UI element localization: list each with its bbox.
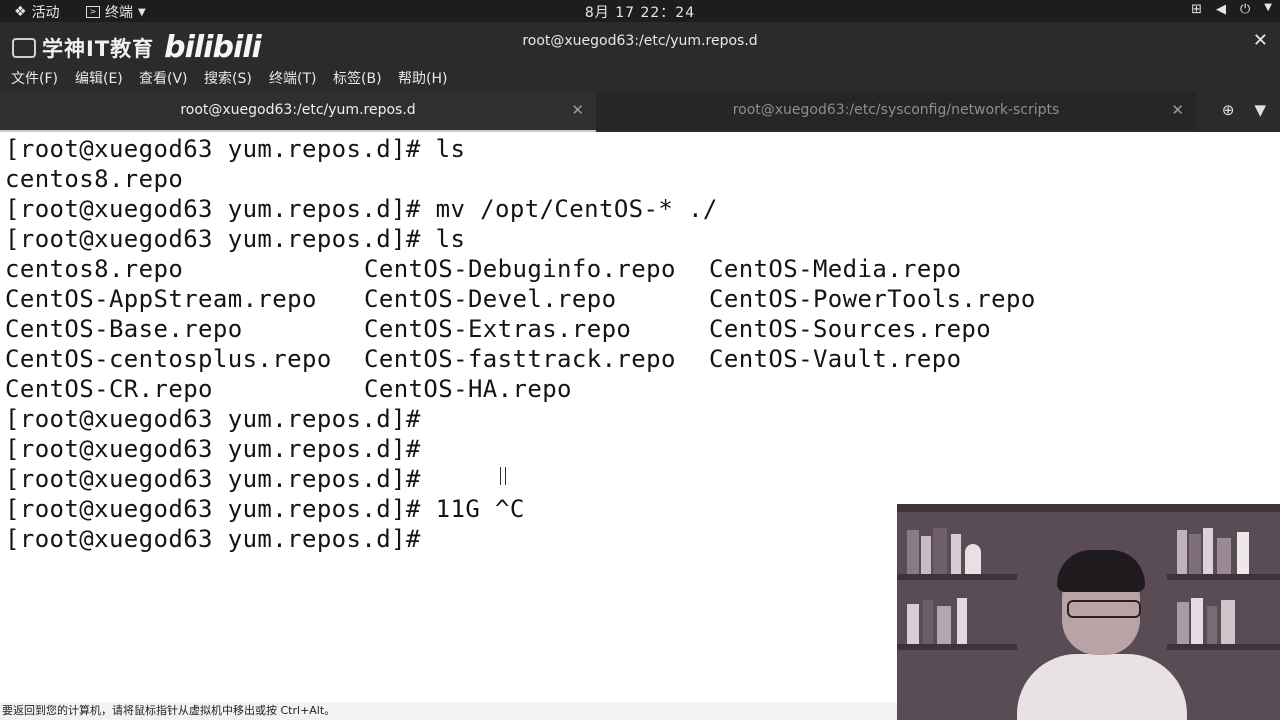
presenter-hair <box>1057 550 1145 592</box>
terminal-line: centos8.repo <box>5 165 184 193</box>
terminal-line: [root@xuegod63 yum.repos.d]# <box>5 435 421 463</box>
menu-view[interactable]: 查看(V) <box>139 68 188 88</box>
listing-item: CentOS-Devel.repo <box>364 285 617 313</box>
listing-item: CentOS-Vault.repo <box>709 345 962 373</box>
network-icon: ⊞ <box>1191 2 1202 17</box>
terminal-line: [root@xuegod63 yum.repos.d]# <box>5 465 421 493</box>
menu-file[interactable]: 文件(F) <box>11 68 58 88</box>
system-tray[interactable]: ⊞ ◀ ⏻ ▼ <box>1191 2 1272 17</box>
listing-item: CentOS-AppStream.repo <box>5 285 317 313</box>
listing-item: CentOS-fasttrack.repo <box>364 345 676 373</box>
tab-bar: root@xuegod63:/etc/yum.repos.d ✕ root@xu… <box>0 92 1280 132</box>
tab-network-scripts[interactable]: root@xuegod63:/etc/sysconfig/network-scr… <box>596 92 1196 130</box>
listing-item: CentOS-PowerTools.repo <box>709 285 1036 313</box>
tab-label: root@xuegod63:/etc/yum.repos.d <box>180 102 416 118</box>
close-icon[interactable]: ✕ <box>1171 101 1184 119</box>
listing-item: CentOS-Media.repo <box>709 255 962 283</box>
menu-help[interactable]: 帮助(H) <box>398 68 447 88</box>
menu-terminal[interactable]: 终端(T) <box>269 68 316 88</box>
presenter-body <box>1017 654 1187 720</box>
menu-edit[interactable]: 编辑(E) <box>75 68 123 88</box>
terminal-line: [root@xuegod63 yum.repos.d]# <box>5 405 421 433</box>
glasses-icon <box>1067 600 1141 618</box>
window-titlebar[interactable]: 学神IT教育 bilibili root@xuegod63:/etc/yum.r… <box>0 22 1280 65</box>
new-tab-icon[interactable]: ⊕ <box>1222 101 1235 119</box>
listing-item: CentOS-centosplus.repo <box>5 345 332 373</box>
menu-search[interactable]: 搜索(S) <box>204 68 252 88</box>
listing-item: CentOS-CR.repo <box>5 375 213 403</box>
tab-label: root@xuegod63:/etc/sysconfig/network-scr… <box>732 102 1060 118</box>
vm-status-text: 要返回到您的计算机，请将鼠标指针从虚拟机中移出或按 Ctrl+Alt。 <box>2 704 336 717</box>
listing-item: centos8.repo <box>5 255 184 283</box>
gnome-top-bar: ❖ 活动 > 终端 ▼ 8月 17 22：24 ⊞ ◀ ⏻ ▼ <box>0 0 1280 22</box>
terminal-line: [root@xuegod63 yum.repos.d]# ls <box>5 135 466 163</box>
menu-tabs[interactable]: 标签(B) <box>333 68 382 88</box>
window-title: root@xuegod63:/etc/yum.repos.d <box>522 33 758 49</box>
listing-item: CentOS-Extras.repo <box>364 315 632 343</box>
menu-bar: 文件(F) 编辑(E) 查看(V) 搜索(S) 终端(T) 标签(B) 帮助(H… <box>0 62 1280 92</box>
tab-yum-repos[interactable]: root@xuegod63:/etc/yum.repos.d ✕ <box>0 92 596 132</box>
clock[interactable]: 8月 17 22：24 <box>0 2 1280 22</box>
chevron-down-icon: ▼ <box>1264 2 1272 13</box>
listing-item: CentOS-HA.repo <box>364 375 572 403</box>
webcam-overlay <box>897 504 1280 720</box>
volume-icon: ◀ <box>1216 2 1226 17</box>
listing-item: CentOS-Base.repo <box>5 315 243 343</box>
text-cursor-icon <box>500 467 506 485</box>
terminal-line: [root@xuegod63 yum.repos.d]# ls <box>5 225 466 253</box>
terminal-line: [root@xuegod63 yum.repos.d]# mv /opt/Cen… <box>5 195 718 223</box>
power-icon: ⏻ <box>1240 2 1251 17</box>
menu-icon[interactable]: ▼ <box>1254 101 1266 119</box>
close-icon[interactable]: ✕ <box>1253 30 1268 51</box>
terminal-line: [root@xuegod63 yum.repos.d]# 11G ^C <box>5 495 525 523</box>
terminal-line: [root@xuegod63 yum.repos.d]# <box>5 525 421 553</box>
close-icon[interactable]: ✕ <box>571 101 584 119</box>
listing-item: CentOS-Sources.repo <box>709 315 992 343</box>
listing-item: CentOS-Debuginfo.repo <box>364 255 676 283</box>
